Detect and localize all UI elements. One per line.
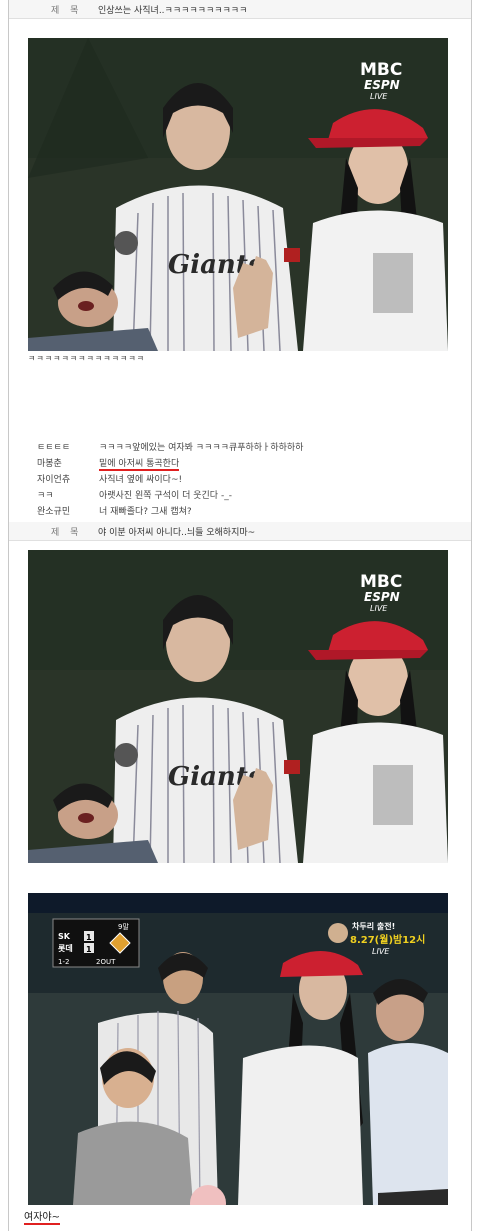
comment-row: 완소규민 너 재빠졸다? 그새 캡쳐? (9, 502, 471, 518)
espn-logo: ESPN (364, 78, 400, 92)
title-label: 제 목 (51, 6, 83, 16)
out-count: 2OUT (96, 958, 116, 966)
comment-row: ㅋㅋ 아랫사진 왼쪽 구석이 더 웃긴다 -_- (9, 486, 471, 502)
comment-nick[interactable]: 마봉춘 (37, 456, 62, 469)
mbc-logo: MBC (360, 572, 402, 592)
photo-stands-2: Giants MBC ESPN LIVE (28, 550, 448, 863)
page-border-right (471, 0, 472, 1231)
mbc-logo: MBC (360, 60, 402, 80)
comment-nick[interactable]: ㅌㅌㅌㅌ (37, 440, 70, 453)
comment-nick[interactable]: 완소규민 (37, 504, 70, 517)
scoreboard: 9말 SK 1 롯데 1 1-2 2OUT (52, 918, 140, 968)
team2-name: 롯데 (58, 943, 73, 953)
live-label: LIVE (370, 92, 388, 101)
photo-stands-1: Giants MBC ESPN LIVE (28, 38, 448, 351)
team1-score: 1 (86, 933, 92, 942)
comment-text: 너 재빠졸다? 그새 캡쳐? (99, 507, 192, 517)
comment-text-highlighted: 밑에 아저씨 통곡한다 (99, 456, 180, 471)
promo-date: 8.27(월)밤12시 (350, 933, 425, 946)
promo-title: 차두리 출전! (352, 921, 395, 931)
photo-stands-3: 9말 SK 1 롯데 1 1-2 2OUT 차두리 출전! 8.27(월)밤12… (28, 893, 448, 1205)
comment-text: 사직녀 옆에 싸이다~! (99, 475, 183, 485)
promo-live: LIVE (372, 947, 390, 956)
espn-logo: ESPN (364, 590, 400, 604)
comment-text: 아랫사진 왼쪽 구석이 더 웃긴다 -_- (99, 491, 232, 501)
page-border-left (8, 0, 9, 1231)
comment-text: ㅋㅋㅋㅋ앞에있는 여자봐 ㅋㅋㅋㅋ큐푸하하ㅏ하하하하 (99, 443, 304, 453)
comment-nick[interactable]: 자이언츄 (37, 472, 70, 485)
comment-nick[interactable]: ㅋㅋ (37, 488, 54, 501)
comment-row: ㅌㅌㅌㅌ ㅋㅋㅋㅋ앞에있는 여자봐 ㅋㅋㅋㅋ큐푸하하ㅏ하하하하 (9, 438, 471, 454)
title-label: 제 목 (51, 528, 83, 538)
live-label: LIVE (370, 604, 388, 613)
team1-name: SK (58, 932, 71, 941)
team2-score: 1 (86, 945, 92, 954)
bottom-caption: 여자야~ (24, 1208, 60, 1225)
photo-caption: ㅋㅋㅋㅋㅋㅋㅋㅋㅋㅋㅋㅋㅋㅋ (28, 354, 146, 363)
post-title: 인상쓰는 사직녀..ㅋㅋㅋㅋㅋㅋㅋㅋㅋㅋ (98, 6, 248, 16)
inning-label: 9말 (118, 923, 129, 931)
reply-title: 야 이분 아저씨 아니다..늬들 오해하지마~ (98, 528, 256, 538)
comment-row: 자이언츄 사직녀 옆에 싸이다~! (9, 470, 471, 486)
comment-row: 마봉춘 밑에 아저씨 통곡한다 (9, 454, 471, 471)
reply-title-row: 제 목 야 이분 아저씨 아니다..늬들 오해하지마~ (9, 522, 471, 541)
post-title-row: 제 목 인상쓰는 사직녀..ㅋㅋㅋㅋㅋㅋㅋㅋㅋㅋ (9, 0, 471, 19)
ball-count: 1-2 (58, 958, 69, 966)
